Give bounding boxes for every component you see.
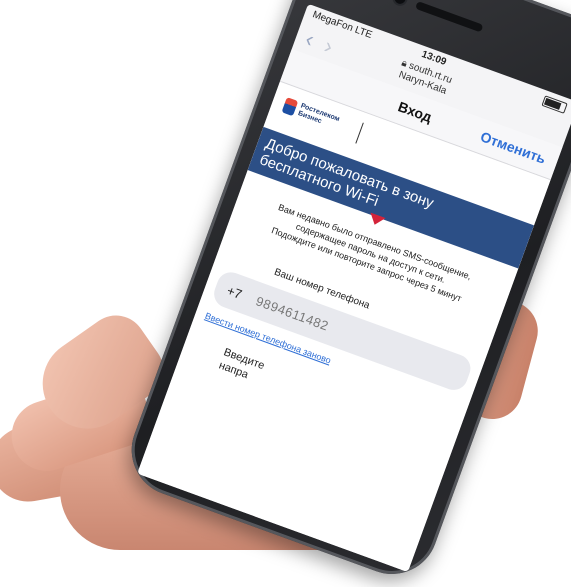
rostelecom-logo: Ростелеком Бизнес	[281, 97, 340, 132]
instruction-text: Введите напра	[217, 346, 267, 382]
chevron-left-icon[interactable]: ‹	[302, 26, 317, 53]
smartphone: MegaFon LTE 13:09 ‹ › 🔒︎ south.rt.ru Nar…	[118, 0, 571, 587]
logo-mark-icon	[281, 97, 299, 117]
country-code: +7	[225, 282, 245, 302]
chevron-right-icon[interactable]: ›	[321, 33, 336, 60]
phone-value: 9894611482	[254, 292, 331, 334]
earpiece-speaker	[415, 1, 484, 33]
phone-screen: MegaFon LTE 13:09 ‹ › 🔒︎ south.rt.ru Nar…	[137, 3, 571, 573]
front-camera	[393, 0, 408, 6]
divider	[355, 122, 364, 144]
page-title: Вход	[396, 98, 435, 126]
